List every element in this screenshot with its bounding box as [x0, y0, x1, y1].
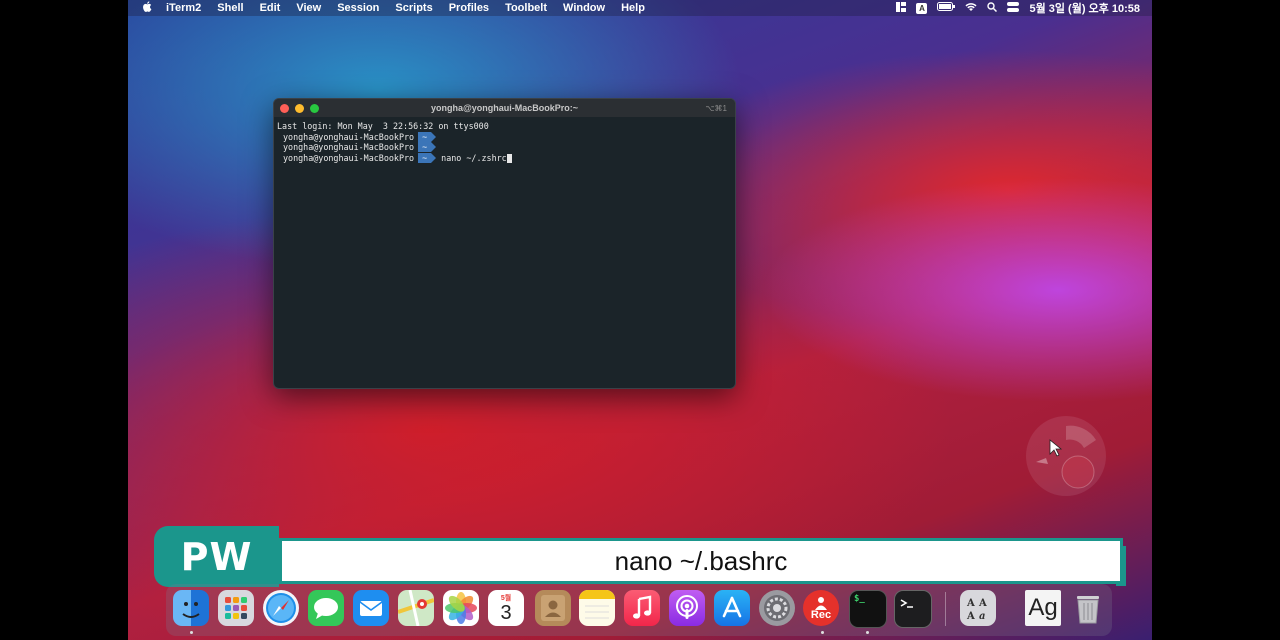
- window-title: yongha@yonghaui-MacBookPro:~: [430, 103, 579, 113]
- window-shortcut: ⌥⌘1: [705, 103, 727, 113]
- caption-badge: PW: [154, 526, 279, 587]
- podcasts-icon[interactable]: [669, 590, 705, 626]
- rec-label: Rec: [810, 608, 832, 621]
- prompt-user: yongha@yonghaui-MacBookPro: [283, 152, 415, 163]
- menu-toolbelt[interactable]: Toolbelt: [497, 0, 555, 16]
- typed-command: nano ~/.zshrc: [441, 152, 507, 163]
- wifi-icon[interactable]: [965, 2, 978, 14]
- svg-text:A: A: [966, 598, 975, 609]
- rec-running-dot: [821, 631, 824, 634]
- terminal-icon[interactable]: [894, 590, 932, 628]
- font-book-icon[interactable]: AAAa: [960, 590, 996, 626]
- finder-icon[interactable]: [173, 590, 209, 626]
- spotlight-search-icon[interactable]: [987, 1, 998, 15]
- tutorial-caption: PW nano ~/.bashrc: [154, 526, 1126, 587]
- menu-view[interactable]: View: [288, 0, 329, 16]
- app-store-icon[interactable]: [714, 590, 750, 626]
- prompt-dir-segment: ~: [418, 131, 437, 142]
- menu-profiles[interactable]: Profiles: [441, 0, 497, 16]
- apple-menu-icon[interactable]: [128, 1, 158, 15]
- prompt-line: yongha@yonghaui-MacBookPro ~: [277, 132, 732, 143]
- svg-text:A: A: [966, 611, 975, 622]
- maps-icon[interactable]: [398, 590, 434, 626]
- text-cursor: [506, 153, 512, 163]
- svg-text:a: a: [979, 611, 985, 622]
- prompt-line: yongha@yonghaui-MacBookPro ~: [277, 142, 732, 153]
- system-preferences-icon[interactable]: [759, 590, 795, 626]
- font-preview-label: Ag: [1028, 594, 1058, 621]
- menu-bar: iTerm2 Shell Edit View Session Scripts P…: [128, 0, 1152, 16]
- photos-icon[interactable]: [443, 590, 479, 626]
- prompt-user: yongha@yonghaui-MacBookPro: [283, 131, 415, 142]
- menu-window[interactable]: Window: [555, 0, 613, 16]
- launchpad-icon[interactable]: [218, 590, 254, 626]
- prompt-dir-segment: ~: [418, 153, 437, 164]
- notes-icon[interactable]: [579, 590, 615, 626]
- messages-icon[interactable]: [308, 590, 344, 626]
- menu-app-name[interactable]: iTerm2: [158, 0, 209, 16]
- window-layout-icon[interactable]: [896, 1, 907, 15]
- terminal-app-label: $_: [854, 594, 865, 604]
- screen-recorder-rec-icon[interactable]: Rec: [803, 590, 839, 626]
- iterm-window[interactable]: yongha@yonghaui-MacBookPro:~ ⌥⌘1 Last lo…: [273, 98, 736, 389]
- prompt-dir-segment: ~: [418, 142, 437, 153]
- font-preview-doc-icon[interactable]: Ag: [1025, 590, 1061, 626]
- contacts-icon[interactable]: [535, 590, 571, 626]
- prompt-user: yongha@yonghaui-MacBookPro: [283, 142, 415, 153]
- calendar-icon[interactable]: 5월 3: [488, 590, 524, 626]
- menu-clock[interactable]: 5월 3일 (월) 오후 10:58: [1029, 0, 1140, 16]
- last-login-line: Last login: Mon May 3 22:56:32 on ttys00…: [277, 121, 489, 131]
- menu-help[interactable]: Help: [613, 0, 653, 16]
- svg-text:A: A: [978, 598, 987, 609]
- terminal-app-icon[interactable]: $_: [849, 590, 887, 628]
- iterm-running-dot: [866, 631, 869, 634]
- battery-icon[interactable]: [937, 2, 956, 14]
- input-source-icon[interactable]: A: [916, 2, 928, 14]
- prompt-line-current: yongha@yonghaui-MacBookPro ~ nano ~/.zsh…: [277, 153, 732, 164]
- recording-control-widget[interactable]: [1026, 416, 1106, 496]
- caption-text: nano ~/.bashrc: [279, 538, 1123, 584]
- window-titlebar[interactable]: yongha@yonghaui-MacBookPro:~ ⌥⌘1: [274, 99, 735, 117]
- finder-running-dot: [190, 631, 193, 634]
- calendar-day: 3: [500, 602, 512, 624]
- menu-edit[interactable]: Edit: [252, 0, 289, 16]
- menu-scripts[interactable]: Scripts: [387, 0, 440, 16]
- trash-icon[interactable]: [1070, 590, 1106, 626]
- terminal-output[interactable]: Last login: Mon May 3 22:56:32 on ttys00…: [274, 117, 735, 167]
- dock-separator: [945, 592, 946, 626]
- menu-session[interactable]: Session: [329, 0, 387, 16]
- safari-icon[interactable]: [263, 590, 299, 626]
- control-center-icon[interactable]: [1007, 1, 1020, 15]
- menu-shell[interactable]: Shell: [209, 0, 251, 16]
- mail-icon[interactable]: [353, 590, 389, 626]
- music-icon[interactable]: [624, 590, 660, 626]
